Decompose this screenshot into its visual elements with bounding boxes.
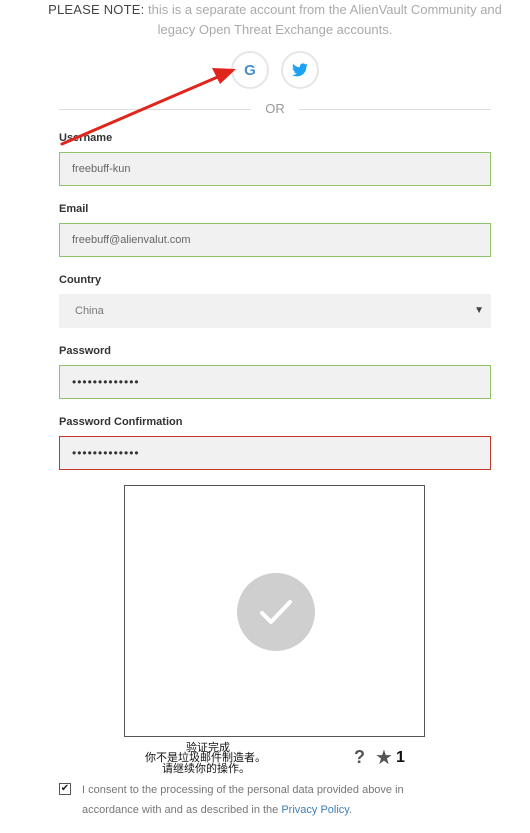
checkmark-icon bbox=[260, 600, 292, 624]
google-letter: G bbox=[244, 62, 256, 79]
notice-prefix: PLEASE NOTE: bbox=[48, 2, 145, 17]
country-label: Country bbox=[59, 274, 102, 286]
privacy-policy-link[interactable]: Privacy Policy bbox=[281, 804, 349, 816]
email-field[interactable]: freebuff@alienvalut.com bbox=[59, 223, 491, 257]
username-field[interactable]: freebuff-kun bbox=[59, 152, 491, 186]
email-label: Email bbox=[59, 203, 89, 215]
google-signin-button[interactable]: G bbox=[231, 51, 269, 89]
captcha-count: 1 bbox=[396, 749, 405, 766]
consent-body: I consent to the processing of the perso… bbox=[82, 784, 404, 816]
star-icon[interactable]: ★ bbox=[375, 745, 393, 770]
country-select[interactable]: China ▼ bbox=[59, 294, 491, 328]
captcha-success-check bbox=[237, 573, 315, 651]
consent-checkbox[interactable]: ✔ bbox=[59, 783, 71, 795]
country-selected-value: China bbox=[75, 305, 104, 317]
password-confirmation-label: Password Confirmation bbox=[59, 416, 183, 428]
captcha-widget[interactable] bbox=[124, 485, 425, 737]
captcha-help-icon[interactable]: ? bbox=[354, 747, 365, 768]
consent-suffix: . bbox=[349, 804, 353, 816]
password-confirmation-field[interactable]: ••••••••••••• bbox=[59, 436, 491, 470]
consent-text: I consent to the processing of the perso… bbox=[82, 780, 462, 820]
divider-line-right bbox=[299, 109, 491, 110]
dropdown-caret-icon: ▼ bbox=[474, 305, 484, 316]
captcha-message-line2: 请继续你的操作。 bbox=[162, 763, 250, 775]
account-notice: PLEASE NOTE: this is a separate account … bbox=[40, 0, 510, 40]
twitter-signin-button[interactable] bbox=[281, 51, 319, 89]
twitter-icon bbox=[292, 63, 308, 77]
or-divider: OR bbox=[59, 99, 491, 119]
password-label: Password bbox=[59, 345, 111, 357]
notice-text: this is a separate account from the Alie… bbox=[144, 2, 502, 37]
username-label: Username bbox=[59, 132, 113, 144]
google-icon: G bbox=[244, 62, 256, 79]
password-field[interactable]: ••••••••••••• bbox=[59, 365, 491, 399]
